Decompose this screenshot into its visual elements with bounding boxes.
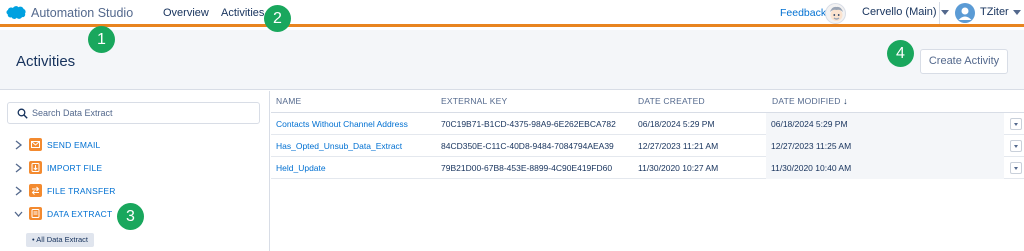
data-extract-icon [29,207,42,220]
date-modified-cell: 12/27/2023 11:25 AM [766,135,1004,157]
annotation-badge-4: 4 [887,40,914,67]
sidebar-item-send-email[interactable]: SEND EMAIL [12,137,262,153]
header-divider [939,2,940,24]
external-key-cell: 70C19B71-B1CD-4375-98A9-6E262EBCA782 [441,119,616,129]
user-avatar-icon[interactable] [955,3,975,23]
chevron-down-icon [1012,9,1021,15]
file-transfer-icon [29,184,42,197]
create-activity-button[interactable]: Create Activity [920,49,1008,74]
import-file-icon [29,161,42,174]
column-header-name[interactable]: NAME [276,91,301,112]
page-title: Activities [16,53,76,70]
search-input[interactable] [32,103,257,123]
activity-name-link[interactable]: Has_Opted_Unsub_Data_Extract [276,135,402,157]
nav-tab-activities[interactable]: Activities [221,7,264,19]
filter-all-data-extract[interactable]: • All Data Extract [26,233,94,247]
sidebar-item-import-file[interactable]: IMPORT FILE [12,160,262,176]
date-created-cell: 12/27/2023 11:21 AM [638,141,719,151]
nav-tab-overview[interactable]: Overview [163,7,209,19]
chevron-right-icon[interactable] [14,162,23,174]
salesforce-cloud-logo[interactable] [4,5,26,21]
page-header: Activities Create Activity [0,30,1024,90]
row-actions-menu-button[interactable] [1010,118,1022,130]
feedback-link[interactable]: Feedback [780,7,826,19]
activity-name-link[interactable]: Held_Update [276,157,326,179]
sidebar-item-label: IMPORT FILE [47,163,103,173]
activity-name-link[interactable]: Contacts Without Channel Address [276,113,408,135]
column-header-external-key[interactable]: EXTERNAL KEY [441,91,507,112]
column-header-date-created[interactable]: DATE CREATED [638,91,705,112]
chevron-down-icon[interactable] [14,208,23,220]
chevron-down-icon [940,9,949,15]
sidebar-item-label: SEND EMAIL [47,140,101,150]
search-box[interactable] [7,102,260,124]
date-modified-cell: 06/18/2024 5:29 PM [766,113,1004,135]
business-unit-switcher[interactable]: Cervello (Main) [862,6,949,18]
email-icon [29,138,42,151]
date-modified-cell: 11/30/2020 10:40 AM [766,157,1004,179]
sidebar-item-label: DATA EXTRACT [47,209,113,219]
date-created-cell: 06/18/2024 5:29 PM [638,119,715,129]
external-key-cell: 84CD350E-C11C-40D8-9484-7084794AEA39 [441,141,614,151]
chevron-right-icon[interactable] [14,185,23,197]
annotation-badge-3: 3 [117,203,144,230]
app-title: Automation Studio [31,6,134,20]
row-actions-menu-button[interactable] [1010,162,1022,174]
activities-table: NAME EXTERNAL KEY DATE CREATED DATE MODI… [271,91,1024,251]
annotation-badge-1: 1 [88,26,115,53]
filter-label: All Data Extract [36,235,88,244]
user-menu[interactable]: TZiter [980,6,1021,18]
sort-descending-icon: ↓ [843,96,848,106]
sidebar-item-file-transfer[interactable]: FILE TRANSFER [12,183,262,199]
table-row[interactable]: Held_Update 79B21D00-67B8-453E-8899-4C90… [271,157,1024,179]
date-created-cell: 11/30/2020 10:27 AM [638,163,719,173]
table-row[interactable]: Has_Opted_Unsub_Data_Extract 84CD350E-C1… [271,135,1024,157]
row-actions-menu-button[interactable] [1010,140,1022,152]
sidebar-item-label: FILE TRANSFER [47,186,116,196]
external-key-cell: 79B21D00-67B8-453E-8899-4C90E419FD60 [441,163,613,173]
annotation-badge-2: 2 [264,5,291,32]
table-row[interactable]: Contacts Without Channel Address 70C19B7… [271,113,1024,135]
business-unit-label: Cervello (Main) [862,6,937,18]
column-header-date-modified[interactable]: DATE MODIFIED ↓ [772,91,848,112]
user-name-label: TZiter [980,6,1009,18]
search-icon [17,108,28,119]
einstein-avatar-icon [825,3,846,24]
global-header: Automation Studio Overview Activities Fe… [0,0,1024,27]
chevron-right-icon[interactable] [14,139,23,151]
column-header-label: DATE MODIFIED [772,96,841,106]
